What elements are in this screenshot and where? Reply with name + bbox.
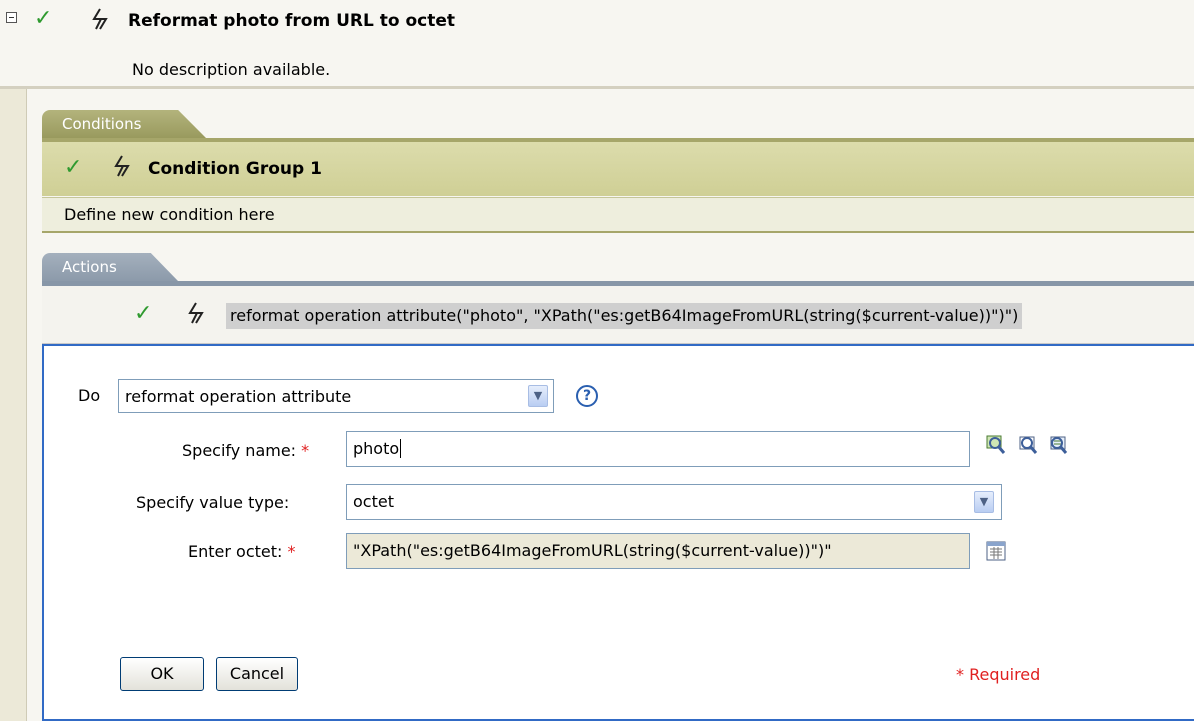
header-divider [0, 86, 1194, 89]
check-icon: ✓ [34, 6, 53, 31]
tab-actions[interactable]: Actions [42, 253, 178, 281]
search-attribute-icon[interactable] [985, 434, 1007, 456]
octet-input-value: "XPath("es:getB64ImageFromURL(string($cu… [353, 541, 832, 560]
browse-icon[interactable] [1017, 434, 1039, 456]
value-type-select[interactable]: octet [346, 484, 1002, 520]
cancel-button[interactable]: Cancel [216, 657, 298, 691]
chevron-down-icon[interactable]: ▼ [974, 491, 994, 513]
rule-description: No description available. [132, 60, 331, 79]
new-condition-text[interactable]: Define new condition here [64, 205, 275, 224]
name-input-value: photo [353, 439, 400, 458]
octet-label: Enter octet: * [188, 542, 296, 561]
value-type-label: Specify value type: [136, 493, 290, 512]
octet-input[interactable]: "XPath("es:getB64ImageFromURL(string($cu… [346, 533, 970, 569]
left-gutter [0, 89, 27, 721]
argument-builder-icon[interactable] [985, 540, 1007, 562]
help-icon[interactable]: ? [576, 385, 598, 407]
ok-button[interactable]: OK [120, 657, 204, 691]
required-note: * Required [956, 665, 1041, 684]
condition-group-title[interactable]: Condition Group 1 [148, 159, 322, 179]
do-select-value: reformat operation attribute [125, 387, 352, 406]
chevron-down-icon[interactable]: ▼ [528, 385, 548, 407]
tab-conditions[interactable]: Conditions [42, 110, 206, 138]
name-input[interactable]: photo [346, 431, 970, 467]
collapse-icon[interactable] [6, 12, 17, 23]
lightning-icon [112, 154, 132, 182]
check-icon: ✓ [64, 155, 83, 180]
value-type-value: octet [353, 492, 394, 511]
lightning-icon [90, 7, 110, 35]
required-star: * [301, 441, 310, 460]
lightning-icon [186, 301, 206, 329]
do-label: Do [78, 386, 101, 405]
required-star: * [287, 542, 296, 561]
do-select[interactable]: reformat operation attribute [118, 379, 554, 413]
name-label: Specify name: * [182, 441, 310, 460]
list-browse-icon[interactable] [1048, 434, 1070, 456]
rule-title[interactable]: Reformat photo from URL to octet [128, 11, 455, 31]
action-summary[interactable]: reformat operation attribute("photo", "X… [226, 303, 1023, 329]
check-icon: ✓ [134, 301, 153, 326]
